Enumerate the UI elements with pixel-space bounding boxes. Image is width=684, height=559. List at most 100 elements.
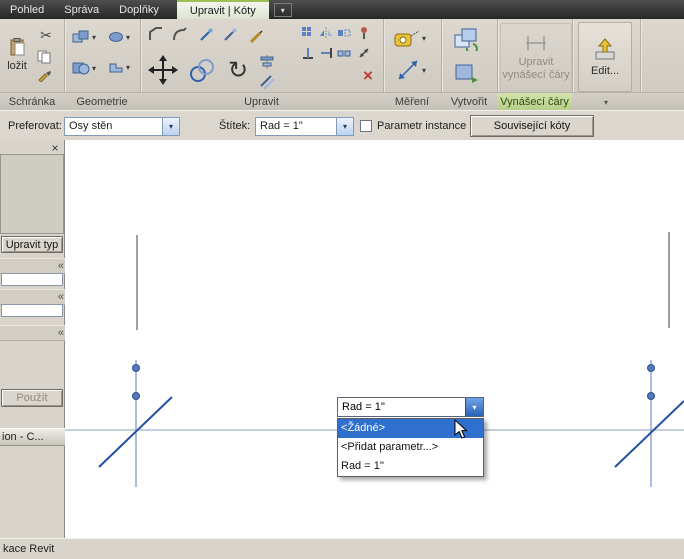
tab-doplnky[interactable]: Doplňky	[109, 0, 169, 19]
edit-button[interactable]: Edit...	[578, 22, 632, 92]
split-element-icon[interactable]	[336, 45, 352, 61]
collapse-chevron-icon: «	[57, 327, 64, 339]
edit-family-icon	[593, 37, 617, 64]
drawing-lines	[65, 232, 684, 487]
move-button[interactable]	[146, 51, 180, 89]
pin-icon[interactable]	[356, 25, 372, 41]
chamfer-icon[interactable]	[146, 24, 166, 44]
options-bar: Preferovat: Osy stěn ▾ Štítek: Rad = 1" …	[0, 110, 684, 141]
prefer-dropdown[interactable]: Osy stěn ▾	[64, 117, 180, 136]
copy-circles-button[interactable]	[186, 55, 218, 87]
offset-icon[interactable]	[258, 73, 276, 91]
group-label-upravit[interactable]: Upravit	[140, 92, 383, 111]
delete-button[interactable]: ×	[358, 65, 378, 85]
dropdown-caret-icon[interactable]: ▾	[162, 118, 179, 135]
trim-icon[interactable]	[300, 45, 316, 61]
status-text: kace Revit	[3, 543, 55, 555]
dropdown-caret-icon: ▾	[421, 33, 426, 43]
tag-label: Štítek:	[219, 120, 251, 132]
group-label-schranka[interactable]: Schránka	[0, 92, 64, 111]
type-selector-preview[interactable]	[0, 154, 64, 234]
cut-scissors-icon[interactable]: ✂	[36, 25, 56, 45]
property-group-header[interactable]: «	[0, 289, 68, 305]
apply-button: Použít	[1, 389, 63, 407]
wand2-icon[interactable]	[220, 25, 240, 45]
scale-icon[interactable]	[356, 45, 372, 61]
rotate-button[interactable]: ↻	[222, 55, 254, 87]
match-wand-icon[interactable]	[196, 25, 216, 45]
property-group-header[interactable]: «	[0, 325, 68, 341]
group-label-geometrie[interactable]: Geometrie	[64, 92, 140, 111]
dimension-grip[interactable]	[132, 392, 140, 400]
fillet-icon[interactable]	[170, 24, 190, 44]
dropdown-caret-icon[interactable]: ▾	[336, 118, 353, 135]
tab-pohled[interactable]: Pohled	[0, 0, 54, 19]
match-brush-icon[interactable]	[36, 67, 52, 83]
group-label-mereni[interactable]: Měření	[383, 92, 441, 111]
mirror-axis-icon[interactable]	[318, 25, 334, 41]
dimension-grip[interactable]	[647, 392, 655, 400]
paste-button[interactable]: ložit	[2, 23, 32, 87]
edit-label: Edit...	[590, 65, 620, 77]
property-value-field[interactable]	[1, 304, 63, 317]
edit-witness-lines-button: Upravit vynášecí čáry	[500, 23, 572, 91]
cut-geometry-button[interactable]: ▾	[68, 24, 100, 50]
copy-icon[interactable]	[36, 49, 52, 65]
paint-geometry-button[interactable]: ▾	[104, 27, 134, 47]
property-group-header[interactable]: «	[0, 258, 68, 274]
mirror-line-icon[interactable]	[336, 25, 352, 41]
close-icon[interactable]: ×	[48, 141, 62, 155]
dimension-grip[interactable]	[132, 364, 140, 372]
create-group-button[interactable]	[450, 25, 482, 53]
group-label-vytvorit[interactable]: Vytvořit	[441, 92, 497, 111]
dimension-grip[interactable]	[647, 364, 655, 372]
paste-icon	[8, 38, 26, 59]
split-pencil-icon[interactable]	[246, 27, 266, 47]
join-geometry-button[interactable]: ▾	[68, 55, 100, 81]
dimension-label-value: Rad = 1''	[342, 401, 386, 413]
ribbon: ložit ✂ ▾ ▾ ▾ ▾ ↻ × ▾ ▾ Upravit vynášecí…	[0, 19, 684, 111]
related-dimensions-button[interactable]: Související kóty	[470, 115, 594, 137]
align-icon[interactable]	[258, 53, 276, 71]
dropdown-caret-icon: ▾	[91, 32, 96, 42]
instance-param-checkbox[interactable]	[360, 120, 372, 132]
dropdown-caret-icon: ▾	[91, 63, 96, 73]
drawing-area[interactable]: Rad = 1'' ▾ <Žádné> <Přidat parametr...>…	[65, 140, 684, 538]
tag-dropdown[interactable]: Rad = 1" ▾	[255, 117, 354, 136]
instance-param-label: Parametr instance	[377, 120, 467, 132]
dropdown-caret-icon[interactable]: ▾	[465, 398, 483, 416]
group-label-vynaseci-cary[interactable]: Vynášecí čáry	[497, 92, 572, 111]
collapse-chevron-icon: «	[57, 291, 64, 303]
witness-label-line2: vynášecí čáry	[502, 68, 570, 81]
status-bar: kace Revit	[0, 538, 684, 559]
mouse-cursor-icon	[454, 418, 468, 445]
panel-expand-caret-icon[interactable]: ▾	[572, 92, 640, 111]
cope-geometry-button[interactable]: ▾	[104, 57, 134, 77]
ribbon-state-caret-icon[interactable]: ▾	[273, 3, 292, 17]
tab-sprava[interactable]: Správa	[54, 0, 109, 19]
tag-dropdown-value: Rad = 1"	[260, 120, 303, 132]
witness-lines-icon	[525, 34, 547, 55]
extend-icon[interactable]	[318, 45, 334, 61]
dimension-label-combo[interactable]: Rad = 1'' ▾	[337, 397, 484, 417]
prefer-dropdown-value: Osy stěn	[69, 120, 113, 132]
docked-palette-title[interactable]: ion - C...	[0, 428, 67, 446]
array-icon[interactable]	[300, 25, 316, 41]
ribbon-tab-bar: Pohled Správa Doplňky Upravit | Kóty ▾	[0, 0, 684, 19]
dropdown-caret-icon: ▾	[421, 65, 426, 75]
group-label-empty	[640, 92, 684, 111]
dropdown-caret-icon: ▾	[125, 62, 130, 72]
revit-window: Pohled Správa Doplňky Upravit | Kóty ▾ l…	[0, 0, 684, 559]
dropdown-caret-icon: ▾	[125, 32, 130, 42]
properties-panel: × Upravit typ « « « Použít ion - C...	[0, 140, 68, 538]
prefer-label: Preferovat:	[8, 120, 62, 132]
measure-button[interactable]: ▾	[388, 25, 432, 51]
property-value-field[interactable]	[1, 273, 63, 286]
paste-label: ložit	[7, 60, 27, 72]
dimension-button[interactable]: ▾	[390, 57, 432, 83]
dropdown-option-rad-1[interactable]: Rad = 1''	[338, 457, 483, 476]
dimension-tick-right[interactable]	[614, 400, 684, 468]
edit-type-button[interactable]: Upravit typ	[1, 236, 63, 253]
create-similar-button[interactable]	[450, 59, 482, 87]
tab-upravit-koty[interactable]: Upravit | Kóty	[176, 0, 269, 19]
